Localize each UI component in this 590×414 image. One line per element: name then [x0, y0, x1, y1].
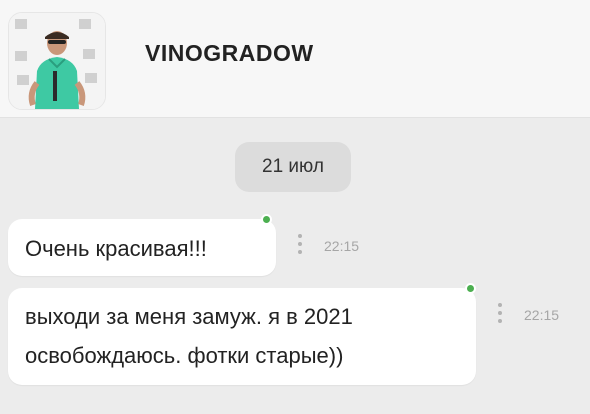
- message-text: Очень красивая!!!: [25, 236, 207, 261]
- message-text: выходи за меня замуж. я в 2021 освобожда…: [25, 304, 353, 368]
- more-options-icon[interactable]: [297, 234, 303, 256]
- chat-header: VINOGRADOW: [0, 0, 590, 118]
- avatar[interactable]: [8, 12, 106, 110]
- date-separator: 21 июл: [235, 142, 351, 192]
- message-time: 22:15: [524, 307, 560, 323]
- online-indicator-icon: [261, 214, 272, 225]
- more-options-icon[interactable]: [497, 303, 503, 325]
- online-indicator-icon: [465, 283, 476, 294]
- message-bubble[interactable]: выходи за меня замуж. я в 2021 освобожда…: [8, 283, 476, 385]
- message-time: 22:15: [324, 238, 360, 254]
- message-bubble[interactable]: Очень красивая!!!: [8, 214, 276, 276]
- message-list: 21 июл Очень красивая!!! 22:15 выходи за…: [0, 118, 590, 414]
- profile-photo-icon: [9, 13, 105, 109]
- contact-name[interactable]: VINOGRADOW: [145, 40, 314, 67]
